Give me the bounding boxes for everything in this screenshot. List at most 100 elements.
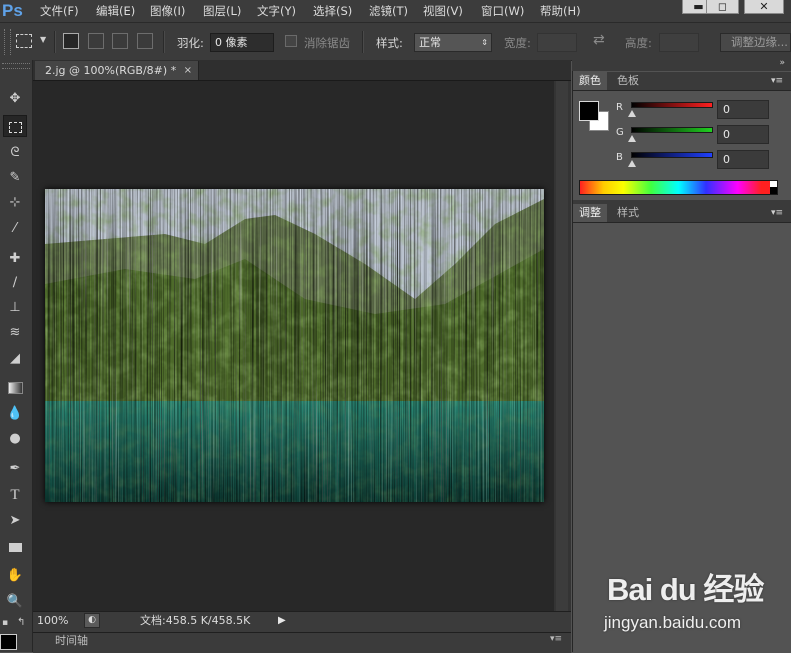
add-selection-icon[interactable] bbox=[88, 33, 104, 49]
refine-edge-button[interactable]: 调整边缘... bbox=[720, 33, 791, 52]
dodge-tool-icon[interactable]: ● bbox=[3, 428, 27, 450]
style-label: 样式: bbox=[376, 36, 403, 50]
menu-window[interactable]: 窗口(W) bbox=[481, 0, 524, 22]
panel-menu-icon[interactable]: ▾≡ bbox=[550, 634, 562, 644]
menu-file[interactable]: 文件(F) bbox=[40, 0, 79, 22]
marquee-tool-icon[interactable] bbox=[3, 115, 27, 137]
menu-layer[interactable]: 图层(L) bbox=[203, 0, 241, 22]
hand-tool-icon[interactable]: ✋ bbox=[3, 565, 27, 587]
menu-edit[interactable]: 编辑(E) bbox=[96, 0, 135, 22]
document-image[interactable] bbox=[45, 189, 544, 502]
path-selection-tool-icon[interactable]: ➤ bbox=[3, 510, 27, 532]
baidu-jingyan-watermark-url: jingyan.baidu.com bbox=[604, 613, 742, 632]
clone-stamp-tool-icon[interactable]: ⊥ bbox=[3, 297, 27, 319]
close-tab-icon[interactable]: × bbox=[184, 61, 192, 80]
channel-b-slider[interactable] bbox=[631, 152, 713, 158]
channel-b-input[interactable]: 0 bbox=[717, 150, 769, 169]
menu-view[interactable]: 视图(V) bbox=[423, 0, 463, 22]
status-menu-arrow-icon[interactable]: ▶ bbox=[278, 613, 290, 628]
gradient-tool-icon[interactable] bbox=[3, 376, 27, 398]
separator bbox=[362, 31, 364, 53]
swap-colors-icon[interactable]: ↰ bbox=[17, 617, 25, 628]
spectrum-black-swatch[interactable] bbox=[770, 187, 777, 194]
move-tool-icon[interactable]: ✥ bbox=[3, 88, 27, 110]
height-label: 高度: bbox=[625, 36, 652, 50]
width-label: 宽度: bbox=[504, 36, 531, 50]
channel-g-input[interactable]: 0 bbox=[717, 125, 769, 144]
marquee-preset-icon[interactable] bbox=[16, 34, 32, 48]
photoshop-logo: Ps bbox=[2, 1, 23, 20]
crop-tool-icon[interactable]: ⊹ bbox=[3, 192, 27, 214]
close-window-button[interactable]: ✕ bbox=[744, 0, 784, 14]
healing-brush-tool-icon[interactable]: ✚ bbox=[3, 248, 27, 270]
baidu-jingyan-watermark-logo: Bai du 经验 bbox=[607, 572, 764, 607]
default-colors-icon[interactable]: ▪ bbox=[2, 618, 8, 628]
document-size-info: 文档:458.5 K/458.5K bbox=[140, 614, 251, 627]
tab-swatches[interactable]: 色板 bbox=[611, 72, 645, 90]
quick-selection-tool-icon[interactable]: ✎ bbox=[3, 167, 27, 189]
blur-tool-icon[interactable]: 💧 bbox=[3, 403, 27, 425]
channel-r-thumb[interactable] bbox=[628, 110, 636, 117]
lasso-tool-icon[interactable]: ᘓ bbox=[3, 142, 27, 164]
foreground-color-chip[interactable] bbox=[579, 101, 599, 121]
rectangle-tool-icon[interactable] bbox=[3, 537, 27, 559]
feather-input[interactable]: 0 像素 bbox=[210, 33, 274, 52]
type-tool-icon[interactable]: T bbox=[3, 484, 27, 506]
menu-select[interactable]: 选择(S) bbox=[313, 0, 352, 22]
color-panel-tabs: 颜色 色板 ▾≡ bbox=[573, 72, 791, 91]
document-tab-title: 2.jg @ 100%(RGB/8#) * bbox=[45, 64, 177, 77]
antialias-checkbox[interactable] bbox=[285, 35, 297, 47]
new-selection-icon[interactable] bbox=[63, 33, 79, 49]
eraser-tool-icon[interactable]: ◢ bbox=[3, 348, 27, 370]
panel-dock-header: » bbox=[572, 58, 791, 71]
chevron-down-icon[interactable]: ▼ bbox=[40, 35, 46, 44]
maximize-button[interactable]: ◻ bbox=[706, 0, 739, 14]
channel-r-slider[interactable] bbox=[631, 102, 713, 108]
tab-styles[interactable]: 样式 bbox=[611, 204, 645, 222]
channel-r-label: R bbox=[616, 102, 623, 113]
subtract-selection-icon[interactable] bbox=[112, 33, 128, 49]
channel-r-input[interactable]: 0 bbox=[717, 100, 769, 119]
menu-image[interactable]: 图像(I) bbox=[150, 0, 185, 22]
menu-type[interactable]: 文字(Y) bbox=[257, 0, 296, 22]
style-select-value: 正常 bbox=[419, 36, 441, 49]
eyedropper-tool-icon[interactable]: ⁄ bbox=[3, 218, 27, 240]
feather-label: 羽化: bbox=[177, 36, 204, 50]
width-input[interactable] bbox=[537, 33, 577, 52]
channel-b-label: B bbox=[616, 152, 623, 163]
document-tab[interactable]: 2.jg @ 100%(RGB/8#) * × bbox=[35, 61, 199, 80]
menu-help[interactable]: 帮助(H) bbox=[540, 0, 581, 22]
swap-dimensions-icon[interactable]: ⇄ bbox=[593, 32, 605, 48]
menu-bar: Ps 文件(F) 编辑(E) 图像(I) 图层(L) 文字(Y) 选择(S) 滤… bbox=[0, 0, 791, 23]
landscape-photo bbox=[45, 189, 544, 502]
channel-g-label: G bbox=[616, 127, 624, 138]
options-bar: ▼ 羽化: 0 像素 消除锯齿 样式: 正常 ⇕ 宽度: ⇄ 高度: 调整边缘.… bbox=[0, 23, 791, 61]
adjustments-panel-tabs: 调整 样式 ▾≡ bbox=[573, 204, 791, 223]
foreground-color-swatch[interactable] bbox=[0, 634, 17, 650]
channel-g-thumb[interactable] bbox=[628, 135, 636, 142]
right-panel-dock bbox=[572, 60, 791, 652]
history-brush-tool-icon[interactable]: ≋ bbox=[3, 322, 27, 344]
antialias-label: 消除锯齿 bbox=[304, 36, 350, 50]
panel-menu-icon[interactable]: ▾≡ bbox=[771, 72, 783, 90]
intersect-selection-icon[interactable] bbox=[137, 33, 153, 49]
tab-color[interactable]: 颜色 bbox=[573, 72, 607, 90]
timeline-tab[interactable]: 时间轴 bbox=[45, 632, 115, 650]
style-select[interactable]: 正常 ⇕ bbox=[414, 33, 492, 52]
status-info-icon[interactable]: ◐ bbox=[84, 613, 100, 628]
zoom-tool-icon[interactable]: 🔍 bbox=[3, 591, 27, 613]
options-grip bbox=[4, 29, 11, 55]
menu-filter[interactable]: 滤镜(T) bbox=[369, 0, 408, 22]
chevron-updown-icon: ⇕ bbox=[481, 38, 488, 47]
pen-tool-icon[interactable]: ✒ bbox=[3, 458, 27, 480]
tab-adjustments[interactable]: 调整 bbox=[573, 204, 607, 222]
channel-g-slider[interactable] bbox=[631, 127, 713, 133]
collapse-panels-icon[interactable]: » bbox=[779, 58, 785, 68]
color-spectrum-bar[interactable] bbox=[579, 180, 778, 195]
zoom-level-field[interactable]: 100% bbox=[37, 613, 79, 629]
vertical-scrollbar-thumb[interactable] bbox=[556, 81, 568, 611]
panel-menu-icon[interactable]: ▾≡ bbox=[771, 204, 783, 222]
brush-tool-icon[interactable]: ∕ bbox=[3, 272, 27, 294]
height-input[interactable] bbox=[659, 33, 699, 52]
channel-b-thumb[interactable] bbox=[628, 160, 636, 167]
